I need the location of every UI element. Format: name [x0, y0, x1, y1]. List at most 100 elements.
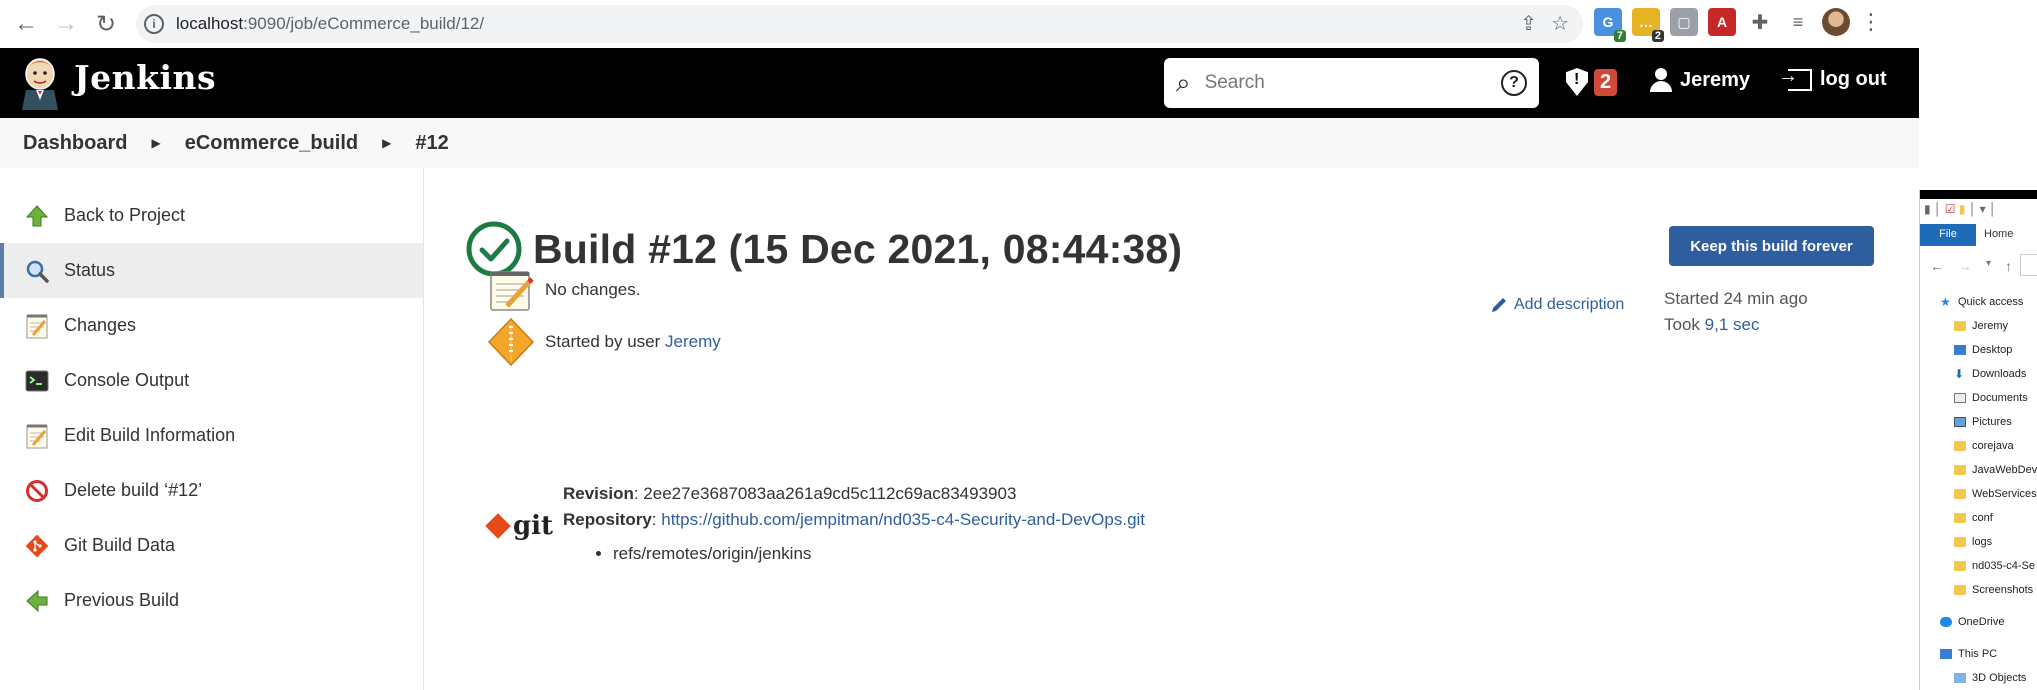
- nav-folder[interactable]: Desktop: [1920, 338, 2037, 362]
- browser-toolbar: ← → ↻ i localhost:9090/job/eCommerce_bui…: [0, 0, 1919, 48]
- pencil-icon: [1492, 298, 1506, 312]
- breadcrumb: Dashboard ▶ eCommerce_build ▶ #12: [0, 118, 1919, 168]
- nav-this-pc[interactable]: This PC: [1920, 642, 2037, 666]
- task-edit-build-information[interactable]: Edit Build Information: [0, 408, 423, 463]
- nav-folder[interactable]: Pictures: [1920, 410, 2037, 434]
- nav-onedrive[interactable]: OneDrive: [1920, 610, 2037, 634]
- terminal-icon: [24, 368, 50, 394]
- diamond-zip-icon: [487, 317, 535, 367]
- task-changes[interactable]: Changes: [0, 298, 423, 353]
- extension-badge: 7: [1613, 30, 1626, 42]
- forward-arrow-icon[interactable]: →: [1958, 258, 1972, 274]
- ribbon-tab-home[interactable]: Home: [1976, 224, 2021, 246]
- dropdown-icon[interactable]: ▾: [1986, 258, 1991, 274]
- breadcrumb-chevron-icon[interactable]: ▶: [151, 136, 160, 150]
- bookmark-star-icon[interactable]: ☆: [1551, 11, 1569, 36]
- nav-folder[interactable]: JavaWebDev: [1920, 458, 2037, 482]
- folder-icon: [1954, 321, 1966, 331]
- add-description-label: Add description: [1514, 296, 1625, 313]
- up-arrow-icon[interactable]: ↑: [2005, 258, 2012, 274]
- add-description-link[interactable]: Add description: [1490, 296, 1624, 314]
- search-icon: ⌕: [1176, 67, 1191, 97]
- explorer-titlebar: [1920, 190, 2037, 199]
- acrobat-icon[interactable]: A: [1708, 8, 1736, 36]
- task-back-to-project[interactable]: Back to Project: [0, 188, 423, 243]
- keep-build-forever-button[interactable]: Keep this build forever: [1669, 226, 1874, 266]
- search-input[interactable]: [1204, 72, 1501, 94]
- breadcrumb-build[interactable]: #12: [415, 132, 448, 155]
- breadcrumb-dashboard[interactable]: Dashboard: [23, 132, 127, 155]
- site-info-icon[interactable]: i: [144, 14, 164, 34]
- nav-folder[interactable]: Documents: [1920, 386, 2037, 410]
- folder-icon: [1954, 489, 1966, 499]
- folder-icon[interactable]: ▮: [1959, 202, 1966, 216]
- properties-icon[interactable]: ☑: [1945, 202, 1956, 216]
- folder-icon[interactable]: ▮: [1924, 202, 1931, 216]
- ribbon-tab-file[interactable]: File: [1920, 224, 1976, 246]
- share-icon[interactable]: ⇪: [1520, 11, 1537, 36]
- profile-avatar[interactable]: [1822, 8, 1850, 36]
- revision-line: Revision: 2ee27e3687083aa261a9cd5c112c69…: [563, 481, 1145, 507]
- user-icon: [1650, 68, 1672, 92]
- nav-label: Quick access: [1958, 296, 2024, 308]
- nav-folder[interactable]: 3D Objects: [1920, 666, 2037, 690]
- back-arrow-icon[interactable]: ←: [6, 4, 46, 44]
- logout-link[interactable]: log out: [1778, 65, 1887, 91]
- file-explorer-window: ▮ │ ☑ ▮ │ ▾ │ File Home ← → ▾ ↑ ★ Quick a…: [1919, 190, 2037, 690]
- address-bar[interactable]: i localhost:9090/job/eCommerce_build/12/…: [136, 5, 1583, 43]
- security-alert-button[interactable]: 2: [1566, 68, 1618, 96]
- nav-folder[interactable]: logs: [1920, 530, 2037, 554]
- nav-label: conf: [1972, 512, 1993, 524]
- nav-folder[interactable]: WebServices: [1920, 482, 2037, 506]
- nav-label: This PC: [1958, 648, 1998, 660]
- extensions-area: G7 … 2 ▢ A ✚ ≡ ⋮: [1594, 8, 1882, 42]
- started-by-text: Started by user Jeremy: [545, 332, 721, 352]
- jenkins-brand-title[interactable]: Jenkins: [74, 58, 216, 97]
- browser-menu-icon[interactable]: ⋮: [1860, 9, 1882, 35]
- nav-label: Jeremy: [1972, 320, 2009, 332]
- task-previous-build[interactable]: Previous Build: [0, 573, 423, 628]
- nav-folder[interactable]: corejava: [1920, 434, 2037, 458]
- search-box: ⌕ ?: [1164, 58, 1539, 108]
- task-status[interactable]: Status: [0, 243, 423, 298]
- reload-icon[interactable]: ↻: [86, 4, 126, 44]
- jenkins-butler-logo[interactable]: [20, 56, 60, 110]
- breadcrumb-chevron-icon[interactable]: ▶: [382, 136, 391, 150]
- user-link[interactable]: Jeremy: [1650, 68, 1750, 92]
- nav-folder[interactable]: ⬇ Downloads: [1920, 362, 2037, 386]
- nav-label: Documents: [1972, 392, 2028, 404]
- extension-blue-icon[interactable]: G7: [1594, 8, 1626, 42]
- dropdown-icon[interactable]: ▾: [1980, 202, 1986, 216]
- nav-quick-access[interactable]: ★ Quick access: [1920, 290, 2037, 314]
- started-by-user-link[interactable]: Jeremy: [665, 332, 721, 351]
- nav-folder[interactable]: nd035-c4-Se: [1920, 554, 2037, 578]
- cloud-icon: [1940, 617, 1952, 627]
- extension-yellow-icon[interactable]: … 2: [1632, 8, 1664, 42]
- repository-line: Repository: https://github.com/jempitman…: [563, 510, 1146, 529]
- task-git-build-data[interactable]: Git Build Data: [0, 518, 423, 573]
- nav-label: WebServices: [1972, 488, 2037, 500]
- revision-label: Revision: [563, 484, 634, 503]
- refs-list: refs/remotes/origin/jenkins: [613, 541, 1145, 567]
- nav-folder[interactable]: Jeremy: [1920, 314, 2037, 338]
- extension-gray-icon[interactable]: ▢: [1670, 8, 1698, 36]
- nav-folder[interactable]: Screenshots: [1920, 578, 2037, 602]
- folder-icon: [1954, 513, 1966, 523]
- task-label: Changes: [64, 315, 137, 335]
- cause-summary: Started by user Jeremy: [487, 317, 721, 367]
- media-control-icon[interactable]: ≡: [1784, 8, 1812, 36]
- repository-url-link[interactable]: https://github.com/jempitman/nd035-c4-Se…: [661, 510, 1145, 529]
- puzzle-extensions-icon[interactable]: ✚: [1746, 8, 1774, 36]
- explorer-address-bar[interactable]: [2020, 254, 2037, 276]
- main-panel: Build #12 (15 Dec 2021, 08:44:38) Keep t…: [425, 168, 1919, 690]
- help-icon[interactable]: ?: [1501, 70, 1527, 96]
- breadcrumb-job[interactable]: eCommerce_build: [185, 132, 358, 155]
- nav-label: nd035-c4-Se: [1972, 560, 2035, 572]
- extension-badge: 2: [1651, 30, 1664, 42]
- forward-arrow-icon[interactable]: →: [46, 4, 86, 44]
- task-console-output[interactable]: Console Output: [0, 353, 423, 408]
- back-arrow-icon[interactable]: ←: [1930, 258, 1944, 274]
- took-duration-link[interactable]: 9,1 sec: [1705, 315, 1760, 334]
- nav-folder[interactable]: conf: [1920, 506, 2037, 530]
- task-delete-build[interactable]: Delete build ‘#12’: [0, 463, 423, 518]
